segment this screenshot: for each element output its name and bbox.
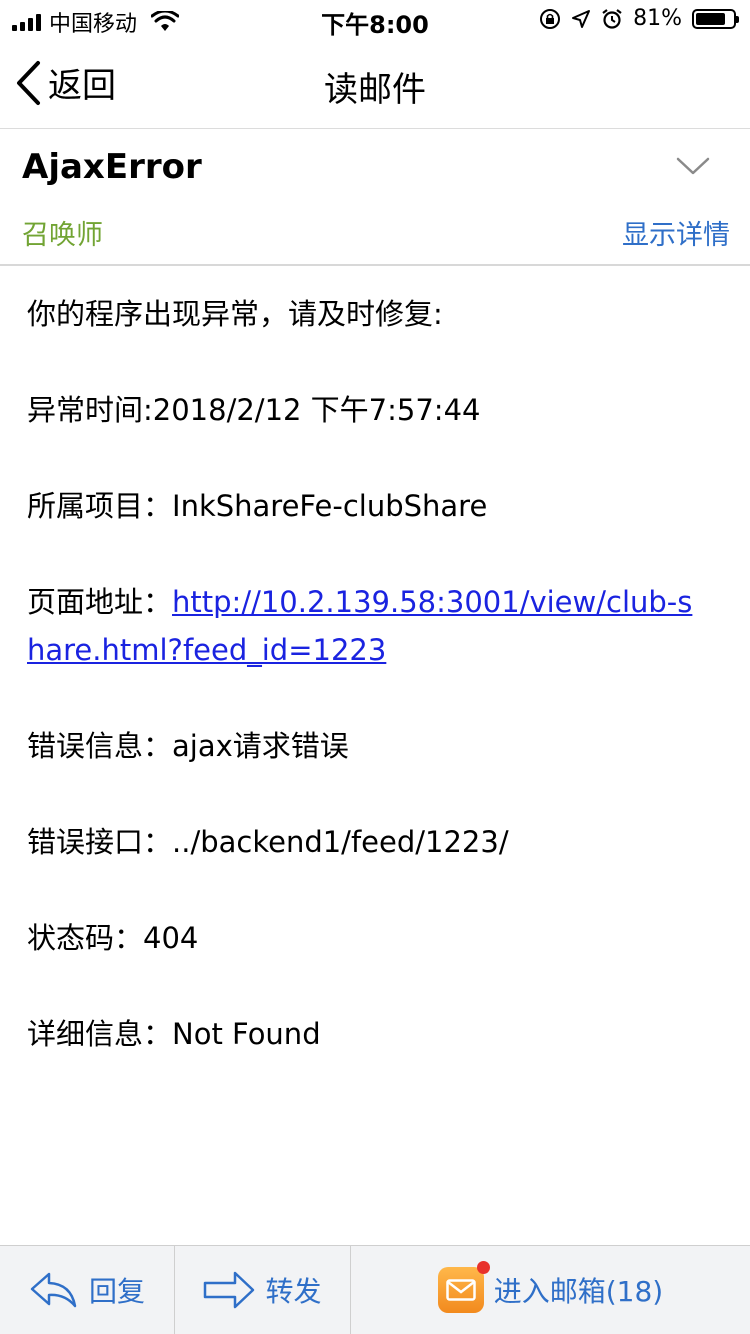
show-details-link[interactable]: 显示详情 — [622, 213, 730, 252]
detail-value: Not Found — [172, 1017, 321, 1051]
intro-text: 你的程序出现异常，请及时修复: — [27, 297, 443, 331]
mail-header: AjaxError 召唤师 显示详情 — [0, 129, 750, 266]
forward-button[interactable]: 转发 — [175, 1246, 350, 1334]
mail-app-icon — [437, 1261, 490, 1313]
reply-label: 回复 — [88, 1275, 145, 1308]
status-code-label: 状态码： — [27, 921, 144, 955]
battery-fill — [696, 12, 726, 25]
battery-percent: 81% — [633, 6, 682, 31]
forward-icon — [204, 1271, 255, 1309]
error-label: 错误信息： — [27, 729, 173, 763]
battery-icon — [692, 8, 739, 29]
status-code-value: 404 — [143, 921, 199, 955]
status-right: 81% — [539, 6, 739, 31]
exception-time: 异常时间:2018/2/12 下午7:57:44 — [27, 393, 481, 427]
detail-line: 详细信息：Not Found — [27, 1010, 707, 1058]
bottom-toolbar: 回复 转发 进入邮箱(18) — [0, 1245, 750, 1334]
endpoint-value: ../backend1/feed/1223/ — [172, 825, 509, 859]
page-title: 读邮件 — [324, 70, 426, 110]
error-line: 错误信息：ajax请求错误 — [27, 722, 707, 770]
endpoint-line: 错误接口：../backend1/feed/1223/ — [27, 818, 707, 866]
alarm-icon — [602, 8, 622, 29]
status-code-line: 状态码：404 — [27, 914, 707, 962]
orientation-lock-icon — [540, 8, 561, 29]
chevron-down-icon[interactable] — [676, 155, 710, 177]
reply-button[interactable]: 回复 — [0, 1246, 174, 1334]
nav-bar: 返回 读邮件 — [0, 40, 750, 129]
reply-icon — [30, 1272, 77, 1308]
unread-dot — [476, 1261, 490, 1274]
location-icon — [572, 9, 591, 28]
status-bar: 中国移动 下午8:00 81% — [0, 0, 750, 40]
forward-label: 转发 — [265, 1275, 322, 1308]
error-value: ajax请求错误 — [172, 729, 349, 763]
sender-name[interactable]: 召唤师 — [22, 213, 103, 252]
project-label: 所属项目： — [27, 489, 173, 523]
mail-body: 你的程序出现异常，请及时修复: 异常时间:2018/2/12 下午7:57:44… — [27, 290, 707, 1106]
open-inbox-button[interactable]: 进入邮箱(18) — [351, 1246, 750, 1334]
envelope-icon — [446, 1279, 476, 1301]
project-value: InkShareFe-clubShare — [172, 489, 488, 523]
project-line: 所属项目：InkShareFe-clubShare — [27, 482, 707, 530]
open-inbox-label: 进入邮箱(18) — [493, 1275, 664, 1308]
endpoint-label: 错误接口： — [27, 825, 173, 859]
url-label: 页面地址： — [27, 585, 173, 619]
mail-subject: AjaxError — [22, 147, 202, 187]
detail-label: 详细信息： — [27, 1017, 173, 1051]
url-line: 页面地址：http://10.2.139.58:3001/view/club-s… — [27, 578, 707, 674]
